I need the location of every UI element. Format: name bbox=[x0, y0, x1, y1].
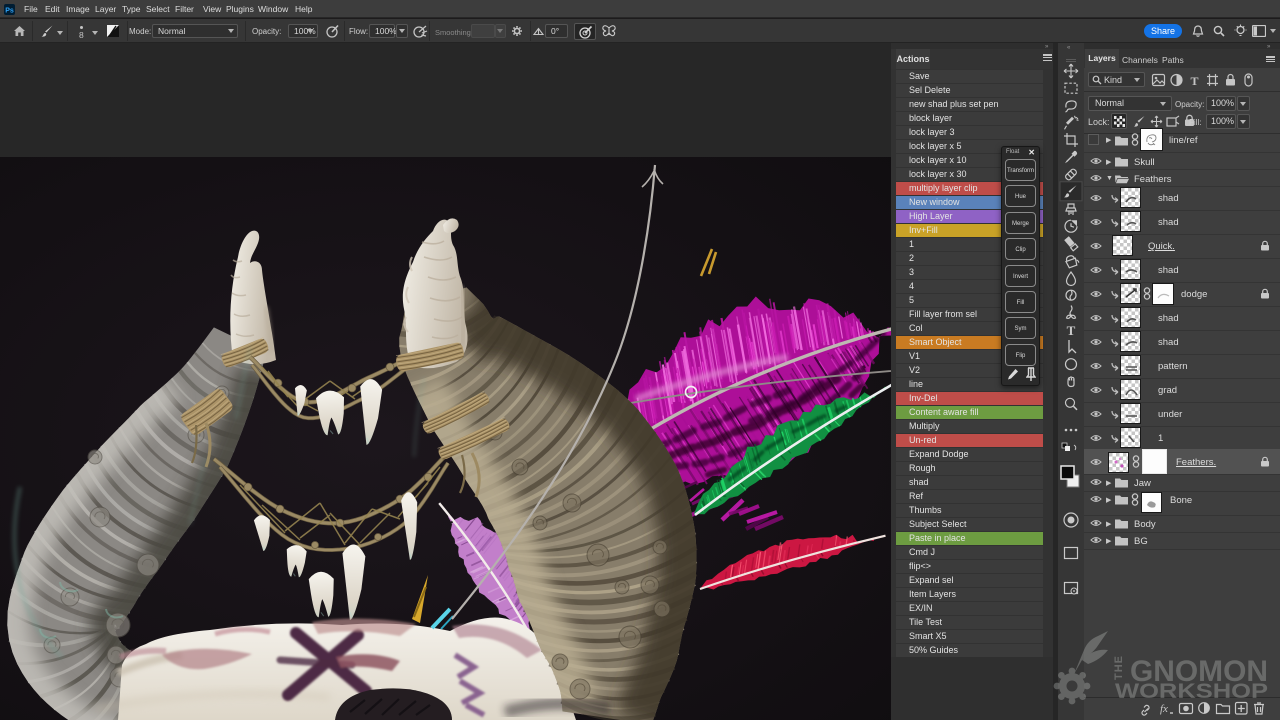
svg-text:THE: THE bbox=[1113, 655, 1125, 680]
svg-text:T: T bbox=[1190, 74, 1198, 87]
svg-text:WORKSHOP: WORKSHOP bbox=[1115, 680, 1268, 703]
svg-text:Ps: Ps bbox=[5, 8, 14, 15]
svg-text:T: T bbox=[1067, 323, 1076, 338]
